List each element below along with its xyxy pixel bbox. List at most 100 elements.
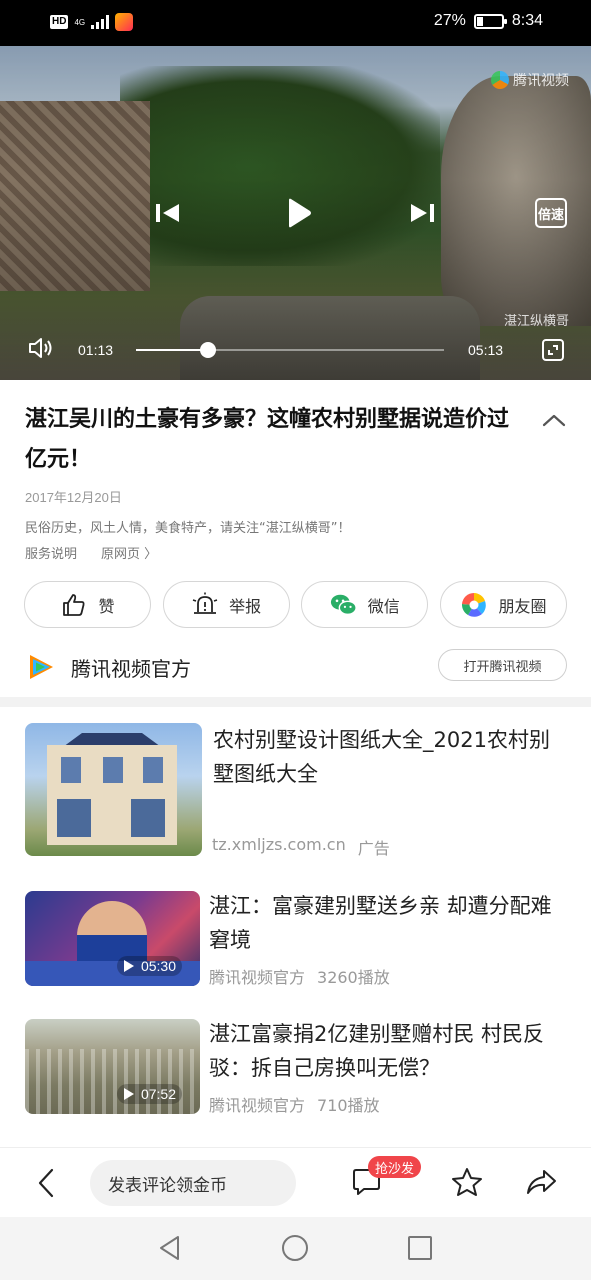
moments-icon bbox=[460, 591, 488, 619]
watermark-brand: 腾讯视频 bbox=[513, 73, 569, 89]
signal-icon bbox=[91, 15, 110, 29]
progress-bar[interactable] bbox=[136, 342, 444, 358]
open-app-button[interactable]: 打开腾讯视频 bbox=[438, 649, 567, 681]
back-button[interactable] bbox=[34, 1168, 60, 1198]
action-bar: 赞 举报 微信 朋友圈 bbox=[24, 581, 567, 629]
collapse-button[interactable] bbox=[540, 408, 568, 432]
play-count: 710播放 bbox=[317, 1096, 380, 1115]
item-source: 腾讯视频官方 bbox=[209, 1096, 306, 1115]
like-label: 赞 bbox=[98, 596, 115, 616]
like-button[interactable]: 赞 bbox=[24, 581, 151, 628]
wechat-label: 微信 bbox=[367, 596, 400, 616]
item-meta: tz.xmljzs.com.cn 广告 bbox=[212, 835, 390, 859]
battery-icon bbox=[473, 13, 507, 29]
duration-text: 07:52 bbox=[140, 1086, 176, 1102]
list-item[interactable]: 05:30 湛江：富豪建别墅送乡亲 却遭分配难窘境 腾讯视频官方 3260播放 bbox=[25, 891, 567, 987]
current-time: 01:13 bbox=[78, 342, 114, 358]
wechat-icon bbox=[330, 591, 358, 619]
thumbnail-image: 05:30 bbox=[25, 891, 200, 986]
status-left: HD 4G bbox=[50, 13, 134, 31]
playback-speed-button[interactable]: 倍速 bbox=[535, 198, 567, 228]
previous-button[interactable] bbox=[154, 199, 182, 227]
status-bar: HD 4G 27% 8:34 bbox=[0, 0, 591, 46]
favorite-button[interactable] bbox=[450, 1166, 484, 1198]
service-info-link[interactable]: 服务说明 bbox=[25, 543, 77, 562]
square-recents-icon bbox=[408, 1236, 432, 1260]
next-button[interactable] bbox=[408, 199, 436, 227]
thumb-village bbox=[25, 1049, 200, 1114]
play-icon bbox=[123, 960, 134, 972]
tencent-video-logo-icon[interactable] bbox=[25, 651, 57, 683]
share-button[interactable] bbox=[524, 1166, 558, 1198]
ad-tag: 广告 bbox=[357, 839, 390, 858]
item-title: 湛江富豪捐2亿建别墅赠村民 村民反驳：拆自己房换叫无偿？ bbox=[209, 1022, 545, 1080]
circle-home-icon bbox=[282, 1235, 308, 1261]
comment-input[interactable]: 发表评论领金币 bbox=[90, 1160, 296, 1206]
chevron-up-icon bbox=[542, 414, 566, 427]
app-notification-icon bbox=[115, 13, 134, 31]
skip-forward-icon bbox=[411, 204, 434, 222]
report-button[interactable]: 举报 bbox=[162, 581, 290, 628]
channel-row: 腾讯视频官方 打开腾讯视频 bbox=[25, 649, 567, 683]
screen: HD 4G 27% 8:34 腾讯视频 湛江纵横哥 倍速 01:13 05:13… bbox=[0, 0, 591, 1280]
moments-label: 朋友圈 bbox=[498, 596, 547, 616]
channel-watermark: 湛江纵横哥 bbox=[503, 314, 569, 329]
section-divider bbox=[0, 697, 591, 707]
fullscreen-button[interactable] bbox=[541, 338, 565, 362]
list-item[interactable]: 农村别墅设计图纸大全_2021农村别墅图纸大全 tz.xmljzs.com.cn… bbox=[25, 723, 567, 859]
chevron-left-icon bbox=[38, 1168, 54, 1198]
network-type: 4G bbox=[74, 17, 86, 27]
sofa-badge: 抢沙发 bbox=[368, 1156, 422, 1178]
item-source: 腾讯视频官方 bbox=[209, 968, 306, 987]
report-icon bbox=[191, 591, 219, 619]
channel-name[interactable]: 腾讯视频官方 bbox=[71, 653, 191, 682]
progress-thumb[interactable] bbox=[199, 342, 216, 358]
wechat-share-button[interactable]: 微信 bbox=[301, 581, 429, 628]
item-title: 湛江：富豪建别墅送乡亲 却遭分配难窘境 bbox=[209, 894, 552, 952]
original-page-link[interactable]: 原网页 〉 bbox=[101, 543, 157, 562]
item-title: 农村别墅设计图纸大全_2021农村别墅图纸大全 bbox=[213, 728, 550, 786]
video-player[interactable]: 腾讯视频 湛江纵横哥 倍速 01:13 05:13 bbox=[0, 46, 591, 380]
report-label: 举报 bbox=[229, 596, 262, 616]
article-links: 服务说明 原网页 〉 bbox=[25, 543, 157, 562]
thumbnail-image: 07:52 bbox=[25, 1019, 200, 1114]
system-navigation-bar bbox=[0, 1217, 591, 1280]
thumbs-up-icon bbox=[60, 591, 88, 619]
play-count: 3260播放 bbox=[317, 968, 390, 987]
article-description: 民俗历史，风土人情，美食特产，请关注“湛江纵横哥”！ bbox=[25, 521, 351, 536]
system-back-button[interactable] bbox=[156, 1234, 184, 1262]
ad-source: tz.xmljzs.com.cn bbox=[212, 835, 346, 854]
battery-percent: 27% bbox=[433, 12, 466, 29]
volume-icon bbox=[29, 338, 52, 358]
triangle-back-icon bbox=[160, 1236, 179, 1260]
star-icon bbox=[452, 1168, 482, 1196]
item-meta: 腾讯视频官方 3260播放 bbox=[209, 964, 390, 988]
status-right: 27% 8:34 bbox=[434, 12, 543, 30]
play-icon bbox=[289, 198, 311, 228]
thumbnail-image bbox=[25, 723, 202, 856]
thumb-villa bbox=[47, 745, 177, 845]
tencent-logo-icon bbox=[491, 71, 509, 89]
duration-badge: 05:30 bbox=[116, 956, 182, 976]
play-button[interactable] bbox=[283, 196, 315, 230]
system-home-button[interactable] bbox=[281, 1234, 309, 1262]
progress-played bbox=[136, 349, 208, 351]
article-title: 湛江吴川的土豪有多豪？这幢农村别墅据说造价过亿元！ bbox=[25, 407, 510, 472]
publish-date: 2017年12月20日 bbox=[25, 490, 122, 505]
clock: 8:34 bbox=[511, 12, 543, 29]
item-meta: 腾讯视频官方 710播放 bbox=[209, 1092, 380, 1116]
share-icon bbox=[527, 1170, 556, 1194]
hd-indicator: HD bbox=[50, 15, 69, 29]
system-recents-button[interactable] bbox=[406, 1234, 434, 1262]
volume-button[interactable] bbox=[28, 337, 54, 359]
duration-text: 05:30 bbox=[140, 958, 176, 974]
list-item[interactable]: 07:52 湛江富豪捐2亿建别墅赠村民 村民反驳：拆自己房换叫无偿？ 腾讯视频官… bbox=[25, 1019, 567, 1115]
total-time: 05:13 bbox=[468, 342, 504, 358]
play-icon bbox=[123, 1088, 134, 1100]
skip-back-icon bbox=[156, 204, 179, 222]
tencent-video-watermark: 腾讯视频 bbox=[491, 70, 569, 90]
moments-share-button[interactable]: 朋友圈 bbox=[439, 581, 567, 628]
bottom-toolbar: 发表评论领金币 抢沙发 bbox=[0, 1147, 591, 1217]
fullscreen-icon bbox=[542, 339, 564, 361]
duration-badge: 07:52 bbox=[116, 1084, 182, 1104]
